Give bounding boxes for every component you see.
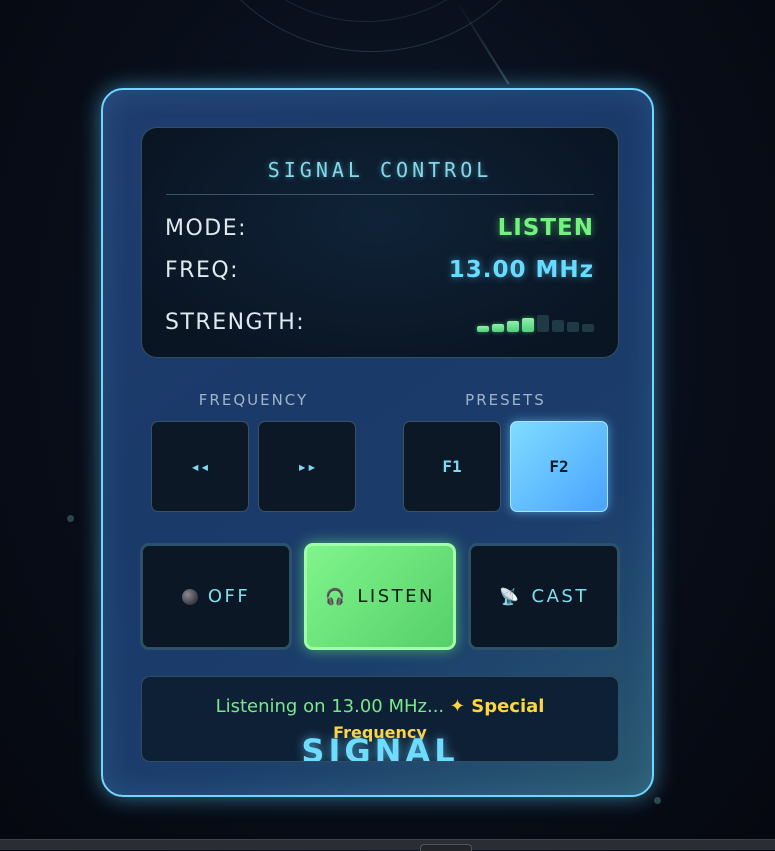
preset-f1-label: F1 <box>442 457 462 476</box>
preset-f1-button[interactable]: F1 <box>403 421 501 512</box>
power-off-icon <box>181 588 198 605</box>
status-text: Listening on 13.00 MHz... <box>215 696 445 717</box>
mode-value: LISTEN <box>497 215 594 241</box>
headphones-icon: 🎧 <box>324 587 348 606</box>
strength-bar <box>522 318 534 332</box>
display-screen: SIGNAL CONTROL MODE: LISTEN FREQ: 13.00 … <box>141 127 619 358</box>
background-dot <box>67 515 74 522</box>
presets-section-label: PRESETS <box>465 391 546 409</box>
strength-bar <box>507 321 519 332</box>
bottom-taskbar <box>0 839 775 851</box>
strength-label: STRENGTH: <box>165 310 306 335</box>
fast-forward-icon: ▸▸ <box>297 457 317 476</box>
signal-device: SIGNAL CONTROL MODE: LISTEN FREQ: 13.00 … <box>101 88 654 797</box>
frequency-down-button[interactable]: ◂◂ <box>151 421 249 512</box>
strength-bar <box>477 326 489 332</box>
special-frequency-badge: ✦ Special <box>449 696 545 717</box>
status-line: Listening on 13.00 MHz... ✦ Special <box>142 696 618 717</box>
strength-bar <box>492 324 504 332</box>
strength-bar <box>552 320 564 332</box>
preset-f2-label: F2 <box>549 457 569 476</box>
panel-title: SIGNAL CONTROL <box>267 158 493 182</box>
status-display: Listening on 13.00 MHz... ✦ Special Freq… <box>141 676 619 762</box>
background-dot <box>654 797 661 804</box>
strength-bar <box>537 315 549 332</box>
listen-button[interactable]: 🎧 LISTEN <box>304 543 456 650</box>
brand-title: SIGNAL <box>301 732 459 762</box>
strength-bar <box>582 324 594 332</box>
frequency-up-button[interactable]: ▸▸ <box>258 421 356 512</box>
rewind-icon: ◂◂ <box>190 457 210 476</box>
cast-button[interactable]: 📡 CAST <box>468 543 620 650</box>
strength-meter <box>477 314 594 332</box>
frequency-section-label: FREQUENCY <box>198 391 309 409</box>
satellite-dish-icon: 📡 <box>499 587 522 606</box>
cast-label: CAST <box>531 586 589 607</box>
off-button[interactable]: OFF <box>140 543 292 650</box>
off-label: OFF <box>207 586 251 607</box>
strength-bar <box>567 322 579 332</box>
preset-f2-button[interactable]: F2 <box>510 421 608 512</box>
listen-label: LISTEN <box>357 586 436 607</box>
freq-value: 13.00 MHz <box>448 257 594 283</box>
divider <box>166 194 594 195</box>
freq-label: FREQ: <box>165 258 240 283</box>
mode-label: MODE: <box>165 216 248 241</box>
